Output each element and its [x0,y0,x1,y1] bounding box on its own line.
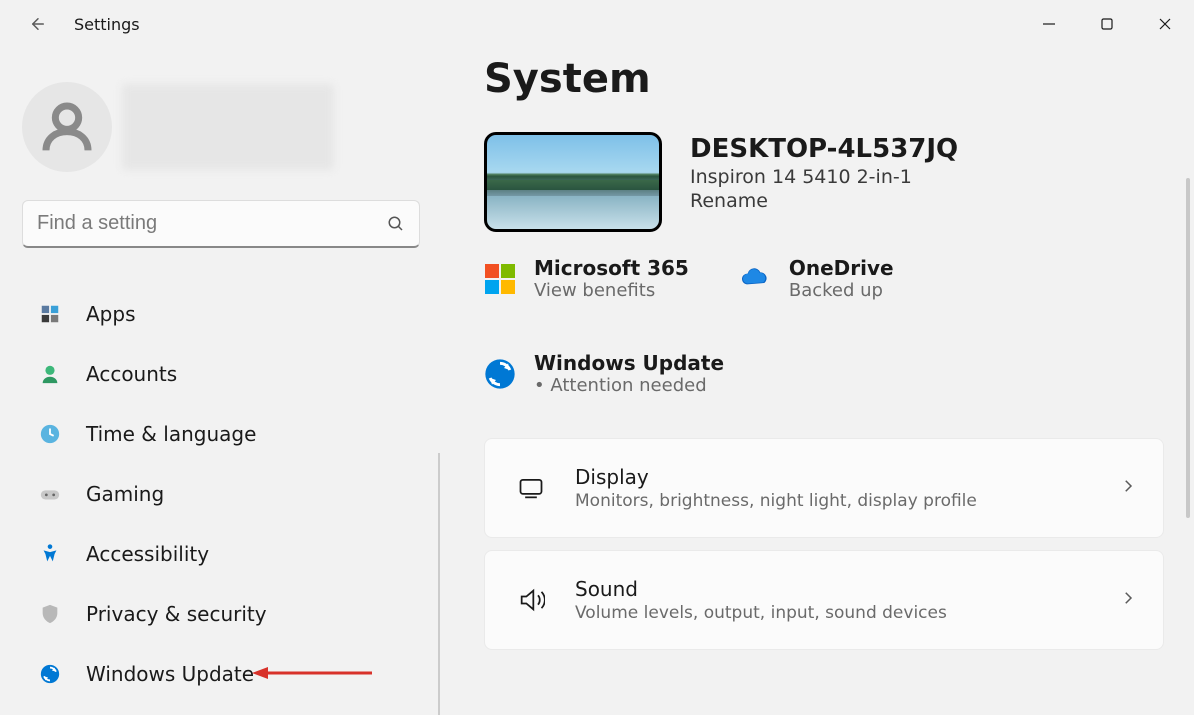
setting-card-display[interactable]: Display Monitors, brightness, night ligh… [484,438,1164,538]
sidebar: Apps Accounts Time & language Gaming [0,48,440,715]
minimize-button[interactable] [1020,4,1078,44]
sidebar-item-windows-update[interactable]: Windows Update [22,648,422,700]
update-icon [36,660,64,688]
sidebar-item-label: Gaming [86,482,164,506]
status-sub: Backed up [789,280,894,301]
profile-name-redacted [122,84,334,170]
gaming-icon [36,480,64,508]
shield-icon [36,600,64,628]
sidebar-item-apps[interactable]: Apps [22,288,422,340]
sidebar-item-time-language[interactable]: Time & language [22,408,422,460]
status-sub: • Attention needed [534,375,724,396]
status-sub: View benefits [534,280,689,301]
chevron-right-icon [1119,477,1137,499]
time-icon [36,420,64,448]
accounts-icon [36,360,64,388]
setting-card-sound[interactable]: Sound Volume levels, output, input, soun… [484,550,1164,650]
search-box[interactable] [22,200,420,248]
sidebar-item-accounts[interactable]: Accounts [22,348,422,400]
sidebar-item-label: Accounts [86,362,177,386]
onedrive-icon [739,263,771,295]
update-icon [484,358,516,390]
sidebar-item-label: Accessibility [86,542,209,566]
titlebar: Settings [0,0,1194,48]
status-title: Microsoft 365 [534,256,689,280]
window-controls [1020,4,1194,44]
card-sub: Volume levels, output, input, sound devi… [575,603,1119,623]
sidebar-item-privacy-security[interactable]: Privacy & security [22,588,422,640]
profile-block[interactable] [22,82,422,172]
microsoft-logo-icon [484,263,516,295]
sidebar-item-gaming[interactable]: Gaming [22,468,422,520]
sidebar-item-label: Apps [86,302,136,326]
chevron-right-icon [1119,589,1137,611]
rename-link[interactable]: Rename [690,190,768,212]
card-title: Display [575,465,1119,489]
accessibility-icon [36,540,64,568]
status-title: OneDrive [789,256,894,280]
page-title: System [484,56,1164,102]
status-windows-update[interactable]: Windows Update • Attention needed [484,351,1164,396]
device-model: Inspiron 14 5410 2-in-1 [690,166,958,188]
window-title: Settings [74,15,140,34]
back-button[interactable] [22,8,54,40]
status-onedrive[interactable]: OneDrive Backed up [739,256,894,301]
sidebar-item-label: Privacy & security [86,602,267,626]
close-button[interactable] [1136,4,1194,44]
search-icon [387,215,405,233]
search-input[interactable] [37,212,387,235]
main-panel: System DESKTOP-4L537JQ Inspiron 14 5410 … [440,48,1194,715]
device-block: DESKTOP-4L537JQ Inspiron 14 5410 2-in-1 … [484,132,1164,232]
desktop-wallpaper-thumb [484,132,662,232]
sound-icon [511,586,551,614]
apps-icon [36,300,64,328]
sidebar-item-accessibility[interactable]: Accessibility [22,528,422,580]
card-sub: Monitors, brightness, night light, displ… [575,491,1119,511]
device-name: DESKTOP-4L537JQ [690,134,958,164]
status-title: Windows Update [534,351,724,375]
avatar [22,82,112,172]
sidebar-item-label: Time & language [86,422,256,446]
status-microsoft-365[interactable]: Microsoft 365 View benefits [484,256,689,301]
card-title: Sound [575,577,1119,601]
sidebar-item-label: Windows Update [86,662,254,686]
maximize-button[interactable] [1078,4,1136,44]
main-scrollbar[interactable] [1186,178,1190,518]
annotation-arrow [252,662,372,686]
display-icon [511,474,551,502]
